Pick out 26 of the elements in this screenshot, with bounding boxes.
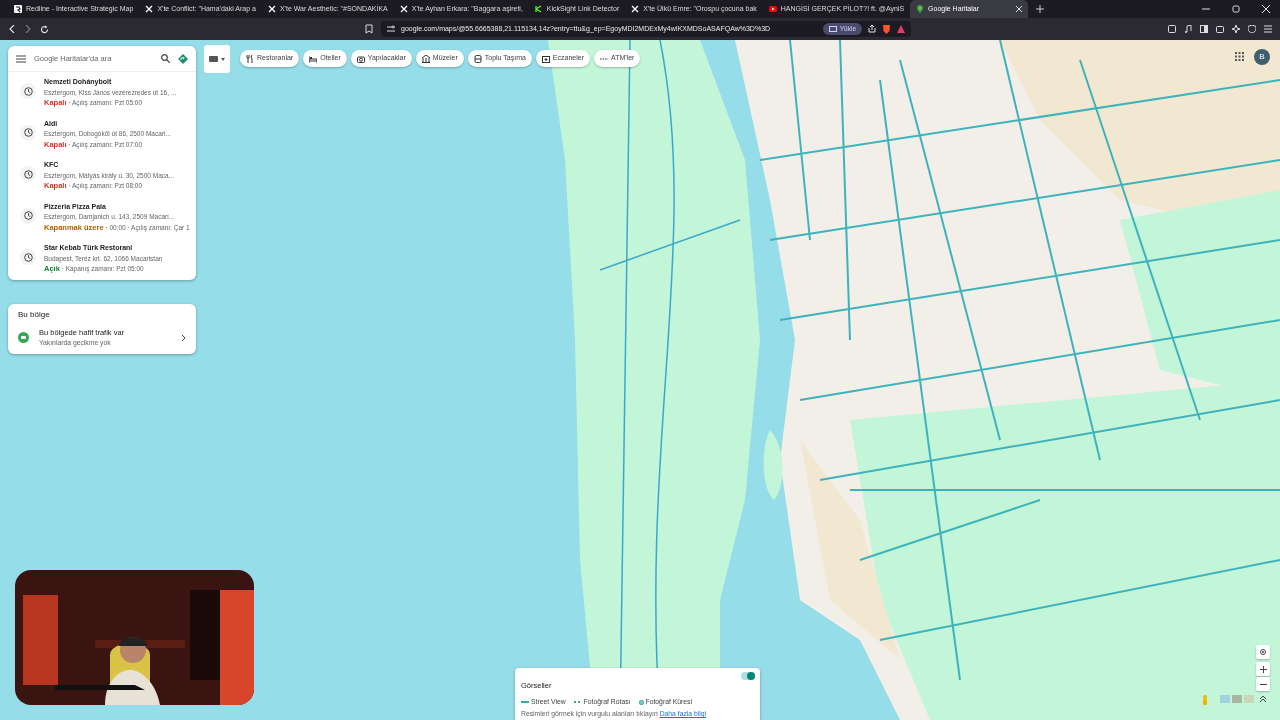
triangle-icon[interactable] — [897, 25, 905, 33]
youtube-logo-icon — [768, 5, 777, 13]
x-logo-icon — [145, 5, 154, 13]
share-icon[interactable] — [868, 25, 876, 33]
map-pin-icon — [916, 5, 925, 13]
close-tab-icon[interactable] — [1016, 6, 1023, 12]
x-logo-icon — [267, 5, 276, 13]
kick-logo-icon — [534, 5, 543, 13]
minimize-icon[interactable] — [1202, 5, 1210, 13]
restore-icon[interactable] — [1232, 5, 1240, 13]
lion-shield-icon[interactable] — [882, 24, 891, 34]
forward-icon[interactable] — [24, 25, 32, 33]
x-logo-icon — [399, 5, 408, 13]
bookmark-icon[interactable] — [365, 24, 373, 34]
sidebar-icon[interactable] — [1200, 25, 1208, 33]
close-icon[interactable] — [1262, 5, 1270, 13]
shield-icon[interactable] — [1248, 25, 1256, 33]
reload-icon[interactable] — [40, 24, 49, 34]
music-note-icon[interactable] — [1184, 25, 1192, 33]
site-settings-icon — [387, 25, 395, 33]
x-logo-icon — [631, 5, 640, 13]
redline-logo-icon — [14, 5, 22, 13]
new-tab-icon[interactable] — [1036, 5, 1045, 13]
sparkle-icon[interactable] — [1232, 25, 1240, 33]
monitor-icon — [828, 25, 837, 33]
back-icon[interactable] — [8, 25, 16, 33]
